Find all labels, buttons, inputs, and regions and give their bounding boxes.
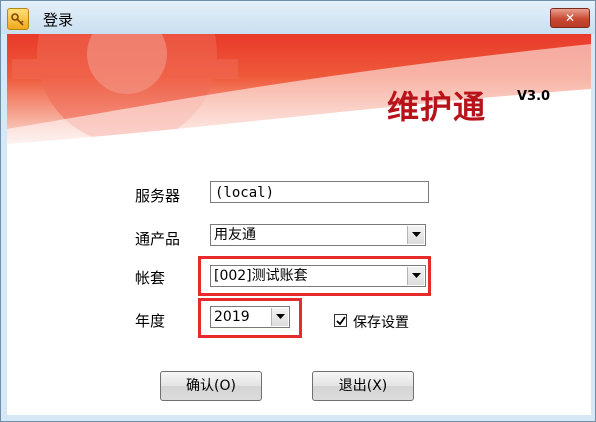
chevron-down-icon (412, 232, 421, 237)
confirm-button[interactable]: 确认(O) (160, 371, 262, 401)
gear-icon (7, 34, 591, 157)
product-select[interactable]: 用友通 (210, 224, 426, 246)
year-label: 年度 (135, 312, 166, 330)
login-form: 服务器 (local) 通产品 用友通 帐套 [002]测试账套 年度 2019 (7, 157, 591, 415)
server-label: 服务器 (135, 187, 181, 205)
checkmark-icon (336, 316, 346, 326)
product-value: 用友通 (214, 227, 256, 243)
year-select[interactable]: 2019 (210, 306, 290, 328)
account-dropdown-button[interactable] (407, 267, 424, 285)
title-bar[interactable]: 登录 ✕ (1, 1, 595, 34)
chevron-down-icon (412, 273, 421, 278)
account-label: 帐套 (135, 269, 166, 287)
product-dropdown-button[interactable] (407, 226, 424, 244)
save-settings-label[interactable]: 保存设置 (353, 312, 409, 332)
account-value: [002]测试账套 (214, 268, 308, 284)
account-select[interactable]: [002]测试账套 (210, 265, 426, 287)
close-button[interactable]: ✕ (550, 8, 590, 28)
brand-title: 维护通 (387, 88, 487, 126)
version-label: V3.0 (517, 89, 551, 104)
product-label: 通产品 (135, 230, 181, 248)
chevron-down-icon (276, 314, 285, 319)
year-value: 2019 (214, 309, 250, 325)
year-dropdown-button[interactable] (271, 308, 288, 326)
save-settings-checkbox[interactable] (334, 314, 347, 327)
login-window: 登录 ✕ 维护通 V3.0 服务器 (local) 通产品 用友通 帐套 [00… (0, 0, 596, 422)
server-input[interactable]: (local) (210, 181, 429, 203)
window-title: 登录 (43, 11, 74, 29)
close-icon: ✕ (564, 11, 576, 25)
exit-button[interactable]: 退出(X) (312, 371, 414, 401)
key-icon (7, 8, 29, 30)
banner: 维护通 V3.0 (7, 34, 591, 157)
